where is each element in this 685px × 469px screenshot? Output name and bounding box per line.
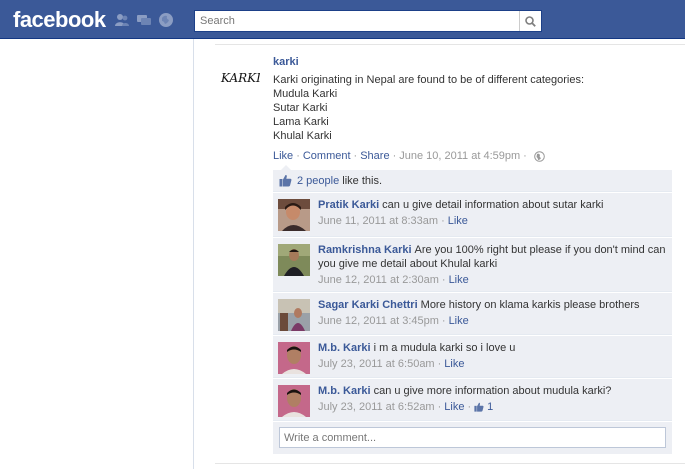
comment-author[interactable]: Sagar Karki Chettri bbox=[318, 299, 418, 311]
post-author[interactable]: karki bbox=[273, 56, 299, 68]
comment-timestamp[interactable]: June 12, 2011 at 2:30am bbox=[318, 273, 439, 287]
thumbs-up-icon bbox=[279, 174, 292, 187]
post-actions: Like · Comment · Share · June 10, 2011 a… bbox=[273, 150, 545, 162]
notifications-icon[interactable] bbox=[158, 12, 174, 28]
comment-text: i m a mudula karki so i love u bbox=[373, 342, 516, 354]
post-body: Karki originating in Nepal are found to … bbox=[273, 73, 653, 143]
post-line: Sutar Karki bbox=[273, 102, 328, 114]
comment-timestamp[interactable]: July 23, 2011 at 6:50am bbox=[318, 357, 435, 371]
post-line: Lama Karki bbox=[273, 116, 329, 128]
comment-item: M.b. Karki can u give more information ab… bbox=[273, 379, 672, 421]
commenter-avatar[interactable] bbox=[278, 244, 310, 276]
likers-link[interactable]: 2 people bbox=[297, 175, 339, 187]
post-line: Khulal Karki bbox=[273, 130, 332, 142]
search-input[interactable] bbox=[195, 11, 519, 31]
separator: · bbox=[441, 274, 446, 286]
like-link[interactable]: Like bbox=[273, 150, 293, 162]
comment-author[interactable]: Pratik Karki bbox=[318, 199, 379, 211]
comment-like-link[interactable]: Like bbox=[449, 273, 469, 287]
feedback-section: 2 people like this. Pratik Karki can u gi… bbox=[273, 165, 672, 454]
avatar-text: KARKI bbox=[220, 71, 260, 85]
like-count-value: 1 bbox=[487, 401, 494, 413]
post-line: Karki originating in Nepal are found to … bbox=[273, 74, 585, 86]
facebook-logo[interactable]: facebook bbox=[13, 7, 106, 33]
comment-like-link[interactable]: Like bbox=[449, 314, 469, 328]
likes-sentence: 2 people like this. bbox=[273, 170, 672, 192]
privacy-globe-icon[interactable] bbox=[534, 150, 545, 162]
post-line: Mudula Karki bbox=[273, 88, 338, 100]
separator: · bbox=[523, 150, 527, 162]
thumbs-up-icon bbox=[474, 402, 484, 412]
commenter-avatar[interactable] bbox=[278, 199, 310, 231]
comment-item: M.b. Karki i m a mudula karki so i love u… bbox=[273, 336, 672, 378]
share-link[interactable]: Share bbox=[360, 150, 389, 162]
friend-requests-icon[interactable] bbox=[114, 12, 130, 28]
comment-item: Pratik Karki can u give detail informatio… bbox=[273, 193, 672, 237]
commenter-avatar[interactable] bbox=[278, 299, 310, 331]
separator: · bbox=[437, 358, 442, 370]
comment-text: can u give detail information about suta… bbox=[382, 199, 604, 211]
comment-like-count[interactable]: 1 bbox=[474, 400, 493, 414]
comment-author[interactable]: Ramkrishna Karki bbox=[318, 244, 412, 256]
comment-text: More history on klama karkis please brot… bbox=[420, 299, 640, 311]
separator: · bbox=[353, 150, 358, 162]
write-comment-area bbox=[273, 422, 672, 454]
separator: · bbox=[441, 215, 445, 227]
top-bar: facebook bbox=[0, 0, 685, 39]
comment-timestamp[interactable]: June 11, 2011 at 8:33am bbox=[318, 214, 438, 228]
comment-author[interactable]: M.b. Karki bbox=[318, 385, 371, 397]
comment-author[interactable]: M.b. Karki bbox=[318, 342, 371, 354]
separator: · bbox=[437, 401, 442, 413]
separator: · bbox=[467, 401, 472, 413]
comment-item: Ramkrishna Karki Are you 100% right but p… bbox=[273, 238, 672, 292]
commenter-avatar[interactable] bbox=[278, 342, 310, 374]
write-comment-input[interactable] bbox=[279, 427, 666, 448]
post-top-divider bbox=[215, 44, 685, 45]
separator: · bbox=[441, 315, 446, 327]
post-avatar[interactable]: KARKI bbox=[220, 70, 260, 86]
likes-suffix: like this. bbox=[342, 174, 383, 187]
comment-text: can u give more information about mudula… bbox=[373, 385, 612, 397]
post-bottom-divider bbox=[215, 463, 685, 464]
messages-icon[interactable] bbox=[136, 12, 152, 28]
search-icon bbox=[525, 15, 536, 27]
comment-like-link[interactable]: Like bbox=[444, 357, 464, 371]
comment-like-link[interactable]: Like bbox=[444, 400, 464, 414]
feedback-nub bbox=[281, 165, 291, 170]
search-box bbox=[194, 10, 542, 32]
comment-timestamp[interactable]: July 23, 2011 at 6:52am bbox=[318, 400, 435, 414]
comment-like-link[interactable]: Like bbox=[448, 214, 468, 228]
jewel-bar bbox=[114, 12, 174, 28]
comment-link[interactable]: Comment bbox=[303, 150, 351, 162]
comment-timestamp[interactable]: June 12, 2011 at 3:45pm bbox=[318, 314, 439, 328]
commenter-avatar[interactable] bbox=[278, 385, 310, 417]
search-button[interactable] bbox=[519, 11, 541, 31]
comment-item: Sagar Karki Chettri More history on klama… bbox=[273, 293, 672, 335]
separator: · bbox=[392, 150, 397, 162]
left-column-divider bbox=[193, 39, 194, 469]
post-timestamp[interactable]: June 10, 2011 at 4:59pm bbox=[399, 150, 520, 162]
separator: · bbox=[296, 150, 300, 162]
